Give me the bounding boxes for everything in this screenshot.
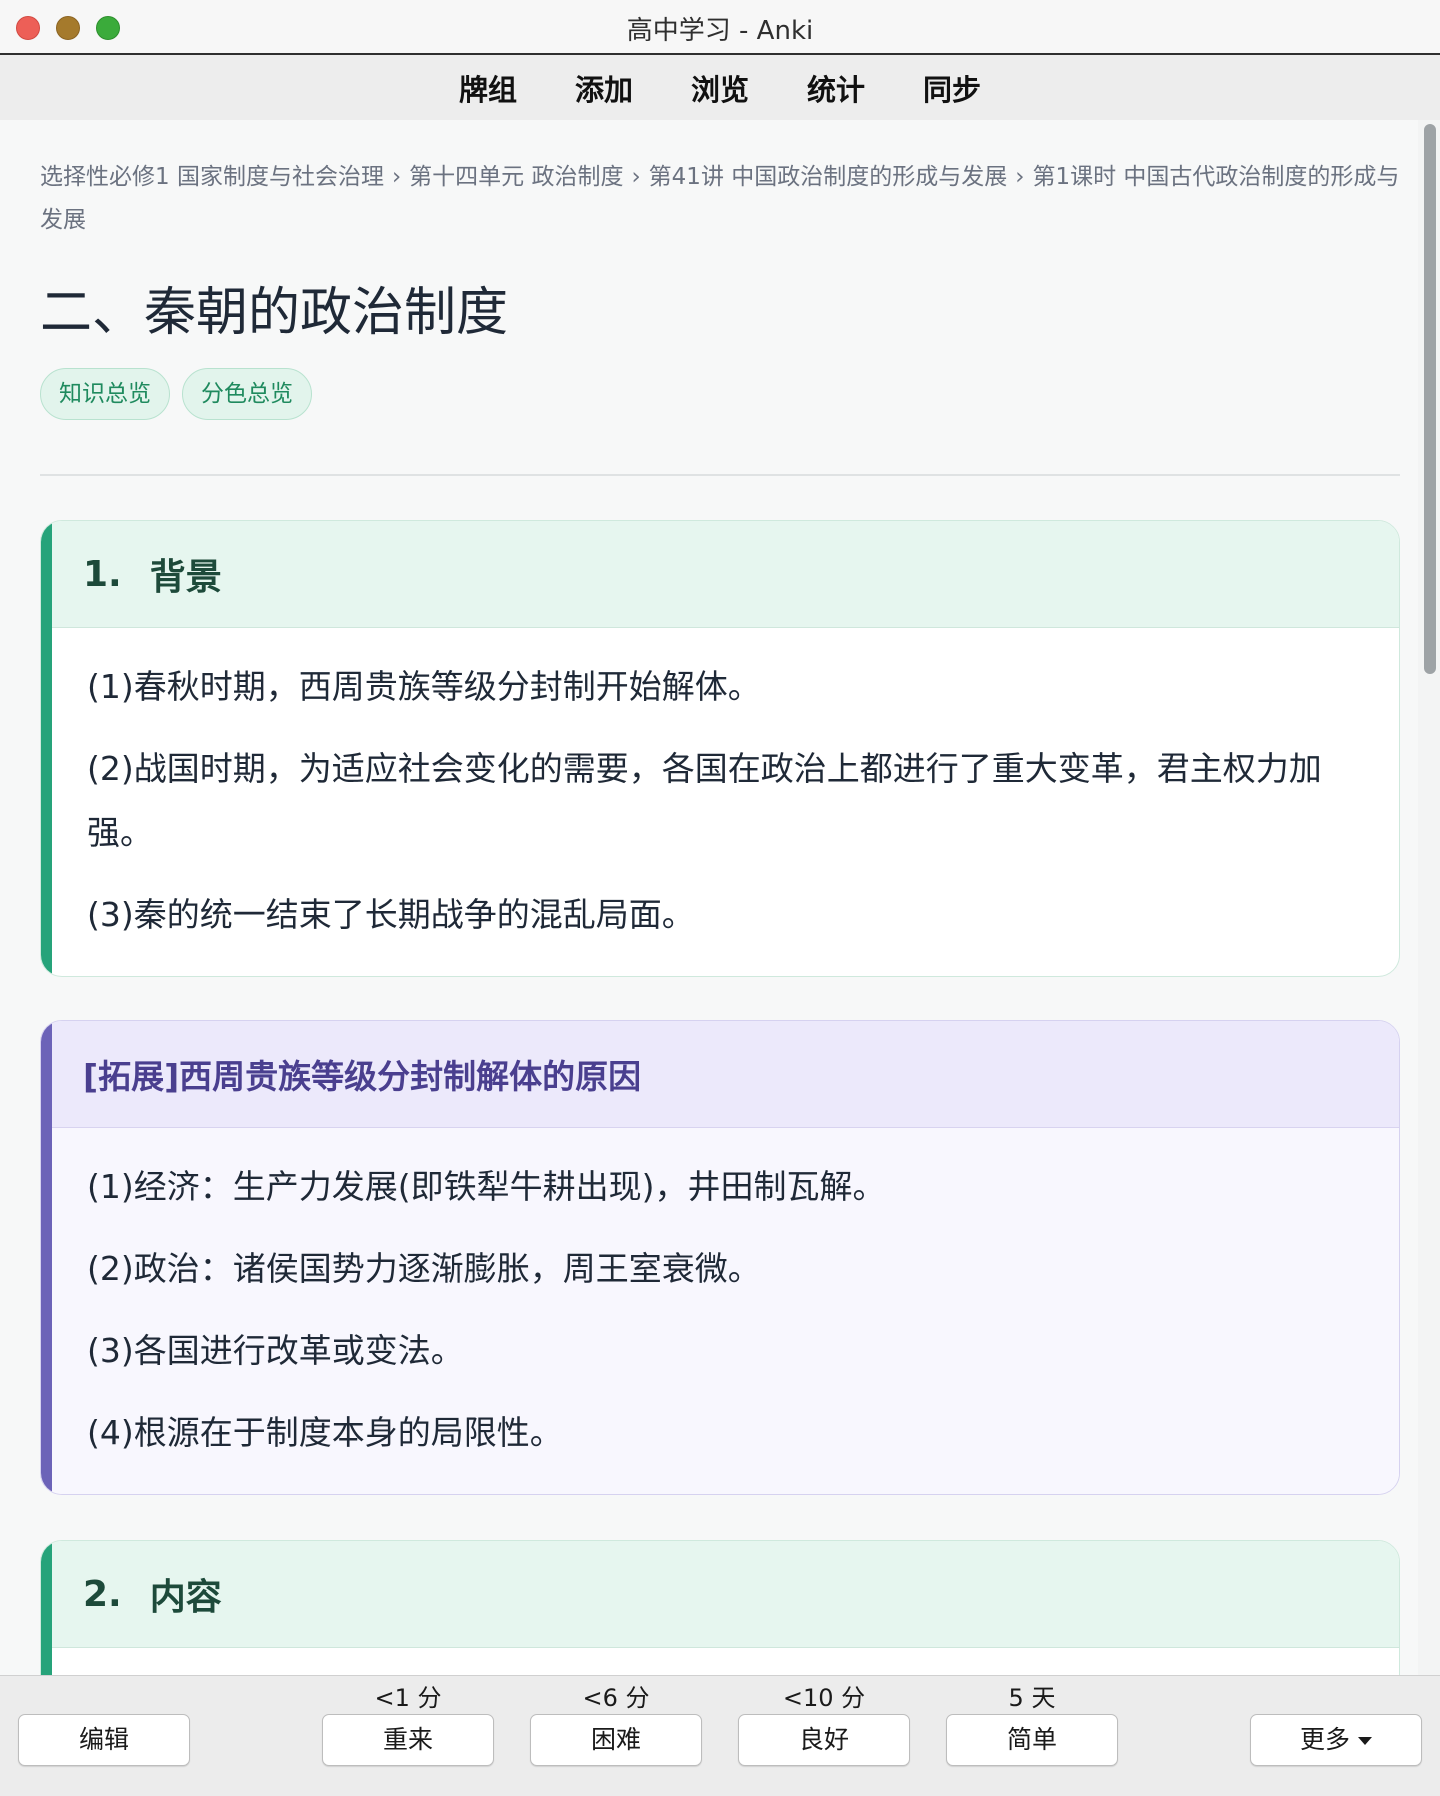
breadcrumb-separator: › bbox=[631, 164, 641, 190]
hard-button[interactable]: 困难 bbox=[530, 1714, 702, 1766]
section-line: (1)春秋时期，西周贵族等级分封制开始解体。 bbox=[87, 667, 761, 706]
nav-add[interactable]: 添加 bbox=[575, 67, 633, 109]
section-number: 1. bbox=[83, 553, 122, 595]
section-card-header: 1. 背景 bbox=[41, 521, 1399, 628]
good-button[interactable]: 良好 bbox=[738, 1714, 910, 1766]
extension-line: (3)各国进行改革或变法。 bbox=[87, 1331, 464, 1370]
easy-interval: 5 天 bbox=[1008, 1684, 1056, 1712]
more-button-label: 更多 bbox=[1299, 1725, 1350, 1754]
section-heading: 内容 bbox=[149, 1577, 222, 1618]
answer-bar: 编辑 <1 分 重来 <6 分 困难 <10 分 良好 5 天 简单 更多 bbox=[0, 1675, 1440, 1796]
hard-interval: <6 分 bbox=[582, 1684, 650, 1712]
more-button[interactable]: 更多 bbox=[1250, 1714, 1422, 1766]
title-bar: 高中学习 - Anki bbox=[0, 0, 1440, 55]
extension-card-header: [拓展]西周贵族等级分封制解体的原因 bbox=[41, 1021, 1399, 1128]
again-button[interactable]: 重来 bbox=[322, 1714, 494, 1766]
section-card-content: 2. 内容 bbox=[40, 1540, 1400, 1676]
anki-window: 高中学习 - Anki 牌组 添加 浏览 统计 同步 选择性必修1 国家制度与社… bbox=[0, 0, 1440, 1796]
nav-stats[interactable]: 统计 bbox=[807, 67, 865, 109]
divider bbox=[40, 474, 1400, 476]
good-interval: <10 分 bbox=[782, 1684, 866, 1712]
extension-line: (4)根源在于制度本身的局限性。 bbox=[87, 1413, 563, 1452]
extension-card-body: (1)经济：生产力发展(即铁犁牛耕出现)，井田制瓦解。 (2)政治：诸侯国势力逐… bbox=[41, 1128, 1399, 1494]
knowledge-overview-pill[interactable]: 知识总览 bbox=[40, 368, 170, 420]
section-card-header: 2. 内容 bbox=[41, 1541, 1399, 1648]
breadcrumb-item: 第41讲 中国政治制度的形成与发展 bbox=[648, 164, 1008, 190]
section-card-body: (1)春秋时期，西周贵族等级分封制开始解体。 (2)战国时期，为适应社会变化的需… bbox=[41, 628, 1399, 976]
page-title: 二、秦朝的政治制度 bbox=[40, 283, 509, 343]
nav-browse[interactable]: 浏览 bbox=[691, 67, 749, 109]
extension-line: (1)经济：生产力发展(即铁犁牛耕出现)，井田制瓦解。 bbox=[87, 1167, 886, 1206]
scrollbar-thumb[interactable] bbox=[1424, 124, 1436, 674]
extension-heading: [拓展]西周贵族等级分封制解体的原因 bbox=[83, 1057, 642, 1096]
breadcrumb-separator: › bbox=[1015, 164, 1025, 190]
breadcrumb: 选择性必修1 国家制度与社会治理 › 第十四单元 政治制度 › 第41讲 中国政治制度的… bbox=[40, 156, 1400, 242]
section-line: (3)秦的统一结束了长期战争的混乱局面。 bbox=[87, 895, 695, 934]
caret-down-icon bbox=[1358, 1737, 1372, 1745]
easy-button[interactable]: 简单 bbox=[946, 1714, 1118, 1766]
view-pills: 知识总览 分色总览 bbox=[40, 368, 312, 420]
section-card-background: 1. 背景 (1)春秋时期，西周贵族等级分封制开始解体。 (2)战国时期，为适应… bbox=[40, 520, 1400, 977]
edit-button[interactable]: 编辑 bbox=[18, 1714, 190, 1766]
breadcrumb-separator: › bbox=[391, 164, 402, 190]
color-overview-pill[interactable]: 分色总览 bbox=[182, 368, 312, 420]
section-line: (2)战国时期，为适应社会变化的需要，各国在政治上都进行了重大变革，君主权力加强… bbox=[87, 749, 1322, 852]
breadcrumb-item: 第十四单元 政治制度 bbox=[409, 164, 624, 190]
card-content: 选择性必修1 国家制度与社会治理 › 第十四单元 政治制度 › 第41讲 中国政治制度的… bbox=[0, 120, 1418, 1676]
extension-card: [拓展]西周贵族等级分封制解体的原因 (1)经济：生产力发展(即铁犁牛耕出现)，… bbox=[40, 1020, 1400, 1495]
nav-sync[interactable]: 同步 bbox=[923, 67, 981, 109]
again-interval: <1 分 bbox=[374, 1684, 442, 1712]
section-number: 2. bbox=[83, 1573, 122, 1615]
nav-decks[interactable]: 牌组 bbox=[459, 67, 517, 109]
extension-line: (2)政治：诸侯国势力逐渐膨胀，周王室衰微。 bbox=[87, 1249, 761, 1288]
breadcrumb-item: 选择性必修1 国家制度与社会治理 bbox=[40, 164, 384, 190]
top-nav: 牌组 添加 浏览 统计 同步 bbox=[0, 55, 1440, 121]
section-heading: 背景 bbox=[149, 557, 222, 598]
window-title: 高中学习 - Anki bbox=[626, 16, 814, 46]
